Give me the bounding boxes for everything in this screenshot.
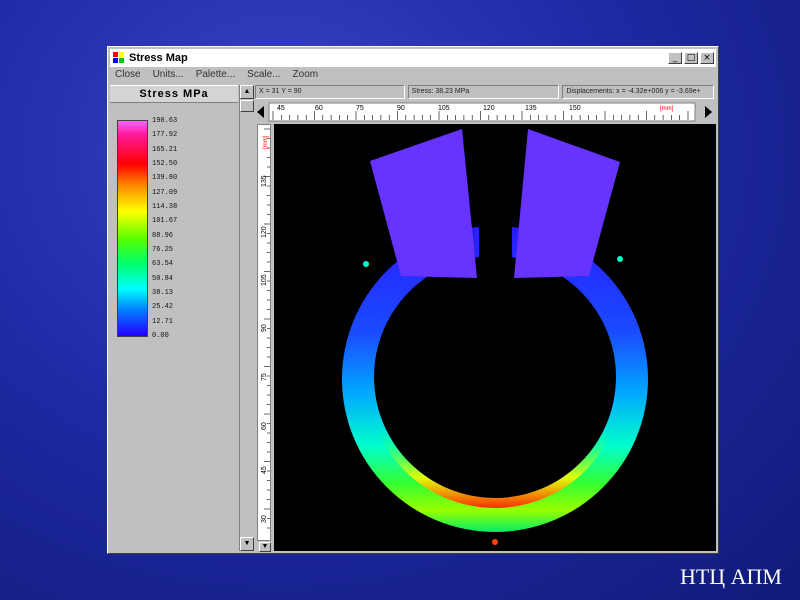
menu-close[interactable]: Close xyxy=(110,68,146,84)
stress-map-window: Stress Map _ □ × Close Units... Palette.… xyxy=(107,46,719,554)
legend-tick: 139.80 xyxy=(152,174,178,182)
app-icon xyxy=(113,52,125,64)
window-title: Stress Map xyxy=(129,52,188,64)
stress-readout: Stress: 38.23 MPa xyxy=(407,85,560,99)
hruler-tick-label: 90 xyxy=(397,105,405,112)
legend-tick: 152.50 xyxy=(152,160,178,168)
hruler-tick-label: 120 xyxy=(483,105,495,112)
scroll-up-button[interactable]: ▲ xyxy=(240,85,254,99)
vruler-tick-label: 120 xyxy=(261,226,268,238)
legend-panel: Stress MPa 190.63 177.92 165.21 152.50 1… xyxy=(110,85,238,551)
legend-tick: 165.21 xyxy=(152,146,178,154)
scroll-down-button[interactable]: ▼ xyxy=(240,537,254,551)
hruler-tick-label: 105 xyxy=(438,105,450,112)
minimize-button[interactable]: _ xyxy=(668,52,682,64)
title-bar[interactable]: Stress Map _ □ × xyxy=(110,49,716,67)
hruler-tick-label: 45 xyxy=(277,105,285,112)
legend-tick: 25.42 xyxy=(152,303,174,311)
hruler-unit-label: [mm] xyxy=(660,106,674,112)
legend-tick: 50.84 xyxy=(152,275,174,283)
displacement-readout: Displacements: x = -4.32e+006 y = -3.69e… xyxy=(562,85,715,99)
ring-gap xyxy=(479,219,512,284)
ring-hole xyxy=(374,256,616,498)
hruler-tick-label: 135 xyxy=(525,105,537,112)
hruler-tick-label: 75 xyxy=(356,105,364,112)
ruler-scroll-down-button[interactable]: ▼ xyxy=(259,542,271,552)
vertical-ruler-graphic: [mm] 135 120 105 90 75 60 45 30 xyxy=(261,128,270,529)
legend-tick: 114.38 xyxy=(152,203,178,211)
stress-spot xyxy=(617,256,623,262)
legend-tick: 127.09 xyxy=(152,189,178,197)
status-bar: X = 31 Y = 90 Stress: 38.23 MPa Displace… xyxy=(255,85,715,99)
menu-bar: Close Units... Palette... Scale... Zoom xyxy=(110,68,716,84)
vruler-tick-label: 75 xyxy=(261,373,268,381)
menu-scale[interactable]: Scale... xyxy=(242,68,285,84)
stress-colorbar xyxy=(117,120,148,337)
ruler-left-arrow-icon[interactable] xyxy=(257,106,264,118)
brand-label: НТЦ АПМ xyxy=(679,564,782,589)
menu-zoom[interactable]: Zoom xyxy=(288,68,324,84)
vruler-tick-label: 90 xyxy=(261,324,268,332)
right-lug xyxy=(514,129,620,278)
legend-tick: 190.63 xyxy=(152,117,178,125)
legend-tick: 101.67 xyxy=(152,217,178,225)
stress-map-graphic[interactable] xyxy=(274,124,716,551)
legend-tick: 0.00 xyxy=(152,332,169,340)
vruler-unit-label: [mm] xyxy=(263,135,269,149)
scroll-thumb[interactable] xyxy=(240,100,254,112)
maximize-button[interactable]: □ xyxy=(684,52,698,64)
stress-plot-area[interactable] xyxy=(274,124,716,551)
vruler-tick-label: 105 xyxy=(261,274,268,286)
stress-spot xyxy=(363,261,369,267)
left-lug xyxy=(370,129,477,278)
close-button[interactable]: × xyxy=(700,52,714,64)
legend-tick: 76.25 xyxy=(152,246,174,254)
hruler-tick-label: 150 xyxy=(569,105,581,112)
legend-tick: 12.71 xyxy=(152,318,174,326)
legend-tick: 63.54 xyxy=(152,260,174,268)
hruler-tick-label: 60 xyxy=(315,105,323,112)
horizontal-ruler: 45 60 75 90 105 120 135 150 [mm] xyxy=(255,102,714,122)
vruler-tick-label: 135 xyxy=(261,175,268,187)
legend-title: Stress MPa xyxy=(110,85,238,103)
vertical-ruler: [mm] 135 120 105 90 75 60 45 30 xyxy=(257,124,271,541)
horizontal-ruler-graphic: 45 60 75 90 105 120 135 150 [mm] xyxy=(257,102,712,122)
legend-tick: 177.92 xyxy=(152,131,178,139)
vruler-tick-label: 45 xyxy=(261,466,268,474)
menu-units[interactable]: Units... xyxy=(148,68,189,84)
vruler-tick-label: 30 xyxy=(261,515,268,523)
legend-tick: 38.13 xyxy=(152,289,174,297)
vruler-tick-label: 60 xyxy=(261,422,268,430)
coords-readout: X = 31 Y = 90 xyxy=(255,85,405,99)
legend-scrollbar[interactable]: ▲ ▼ xyxy=(239,85,254,551)
ruler-right-arrow-icon[interactable] xyxy=(705,106,712,118)
stress-spot xyxy=(492,539,498,545)
menu-palette[interactable]: Palette... xyxy=(191,68,240,84)
legend-tick: 88.96 xyxy=(152,232,174,240)
